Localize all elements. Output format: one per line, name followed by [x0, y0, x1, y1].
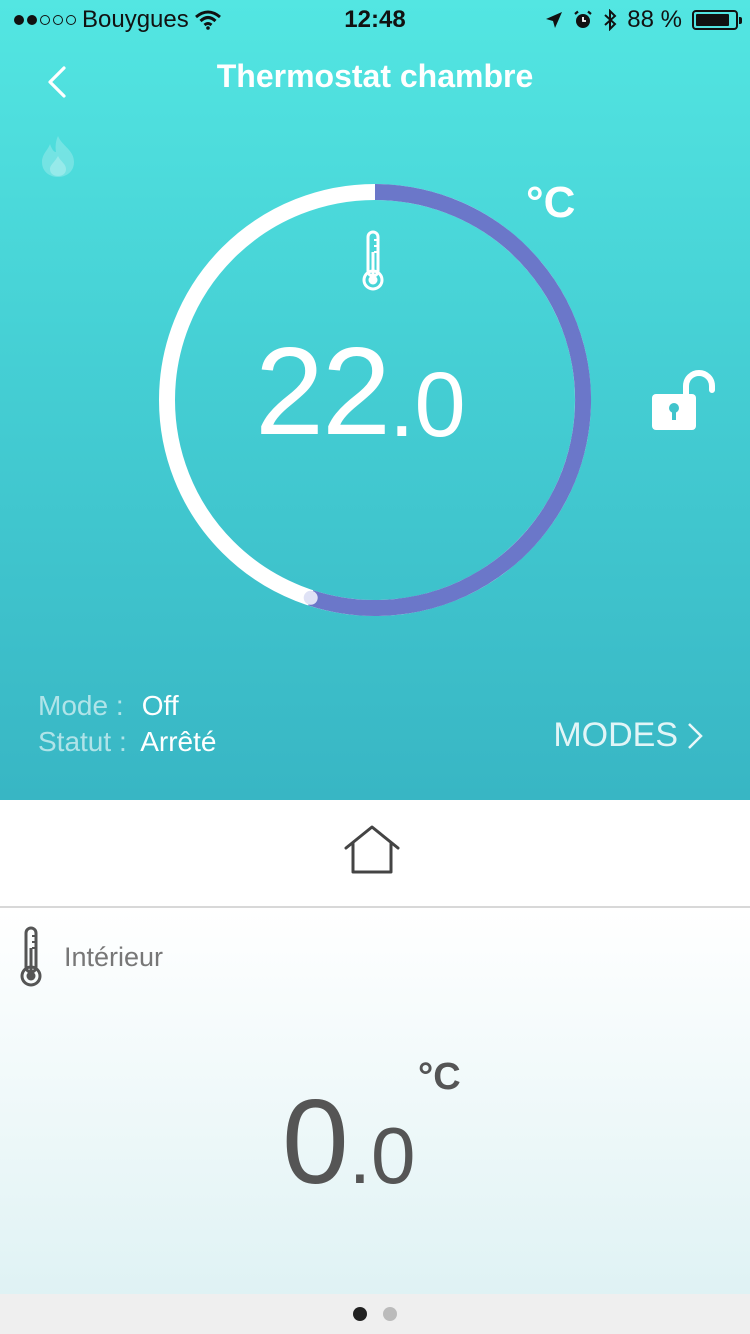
page-title: Thermostat chambre: [216, 58, 534, 94]
page-dot[interactable]: [383, 1307, 397, 1321]
thermometer-icon: [362, 230, 384, 291]
interior-temperature-int: 0: [282, 1075, 349, 1209]
page-dot[interactable]: [353, 1307, 367, 1321]
alarm-icon: [574, 10, 593, 28]
interior-label: Intérieur: [64, 942, 164, 972]
mode-status-info: Mode : Off Statut : Arrêté: [38, 688, 216, 760]
bluetooth-icon: [604, 9, 617, 31]
status-bar: Bouygues 12:48 88 %: [0, 0, 750, 42]
thermometer-icon: [20, 926, 42, 987]
location-icon: [546, 12, 563, 28]
modes-label: MODES: [553, 716, 678, 754]
mode-label: Mode :: [38, 690, 124, 721]
target-temperature-int: 22: [255, 323, 391, 461]
mode-row: Mode : Off: [38, 688, 216, 724]
unlock-icon[interactable]: [646, 368, 716, 432]
thermostat-panel: Bouygues 12:48 88 % Thermostat chambre °…: [0, 0, 750, 800]
mode-value: Off: [141, 690, 179, 721]
battery-percent: 88 %: [627, 6, 682, 33]
target-temperature: 22 .0: [255, 330, 466, 454]
interior-unit: °C: [418, 1056, 461, 1098]
statut-label: Statut :: [38, 726, 127, 757]
interior-temperature: 0 .0: [282, 1082, 415, 1202]
modes-button[interactable]: MODES: [553, 716, 704, 755]
interior-temperature-dec: .0: [348, 1111, 416, 1200]
chevron-right-icon: [688, 722, 703, 749]
target-temperature-dec: .0: [388, 354, 466, 456]
statut-row: Statut : Arrêté: [38, 724, 216, 760]
statut-value: Arrêté: [140, 726, 217, 757]
battery-icon: [692, 10, 742, 30]
flame-icon: [42, 136, 74, 177]
dial-knob: [303, 590, 318, 605]
home-icon[interactable]: [343, 824, 401, 876]
status-right: 88 %: [545, 6, 742, 34]
page-indicator[interactable]: [0, 1294, 750, 1334]
